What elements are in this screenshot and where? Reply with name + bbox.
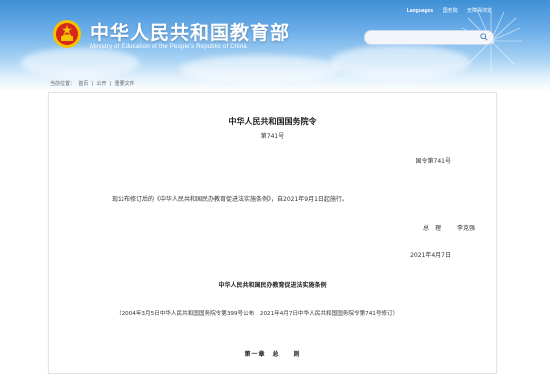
document-number: 第741号	[260, 133, 285, 140]
accessibility-link[interactable]: 无障碍浏览	[467, 8, 492, 14]
state-council-link[interactable]: 国务院	[443, 8, 458, 14]
breadcrumb-item-public[interactable]: 公开	[97, 81, 107, 87]
breadcrumb-item-home[interactable]: 首页	[78, 81, 88, 87]
breadcrumb-separator: |	[91, 81, 94, 87]
breadcrumb-separator: |	[109, 81, 112, 87]
top-links: Languages 国务院 无障碍浏览	[407, 7, 492, 14]
order-number: 国令第741号	[415, 158, 451, 165]
site-subtitle: Ministry of Education of the People's Re…	[90, 44, 247, 50]
signer-name: 李克强	[457, 225, 476, 232]
languages-link[interactable]: Languages	[407, 8, 433, 14]
national-emblem-icon	[53, 20, 81, 48]
site-header: 中华人民共和国教育部 Ministry of Education of the …	[0, 0, 550, 92]
signer-title: 总 理	[423, 225, 442, 232]
breadcrumb-item-important-docs[interactable]: 重要文件	[115, 81, 135, 87]
cloud-decoration	[180, 55, 340, 83]
site-title[interactable]: 中华人民共和国教育部	[90, 18, 290, 45]
breadcrumb: 当前位置： 首页 | 公开 | 重要文件	[50, 80, 137, 87]
document-paragraph: 现公布修订后的《中华人民共和国民办教育促进法实施条例》，自2021年9月1日起施…	[112, 196, 348, 203]
document-date: 2021年4月7日	[410, 252, 451, 259]
document-title: 中华人民共和国国务院令	[228, 117, 317, 126]
search-icon[interactable]	[480, 33, 488, 41]
cloud-decoration	[330, 45, 470, 79]
content-panel: 中华人民共和国国务院令 第741号 国令第741号 现公布修订后的《中华人民共和…	[48, 92, 497, 374]
cloud-decoration	[20, 48, 140, 78]
revision-note: （2004年3月5日中华人民共和国国务院令第399号公布 2021年4月7日中华…	[116, 311, 399, 317]
chapter-heading: 第一章 总 则	[244, 351, 301, 358]
search-input[interactable]	[364, 30, 494, 45]
regulation-title: 中华人民共和国民办教育促进法实施条例	[218, 282, 327, 289]
breadcrumb-label: 当前位置：	[50, 81, 76, 87]
